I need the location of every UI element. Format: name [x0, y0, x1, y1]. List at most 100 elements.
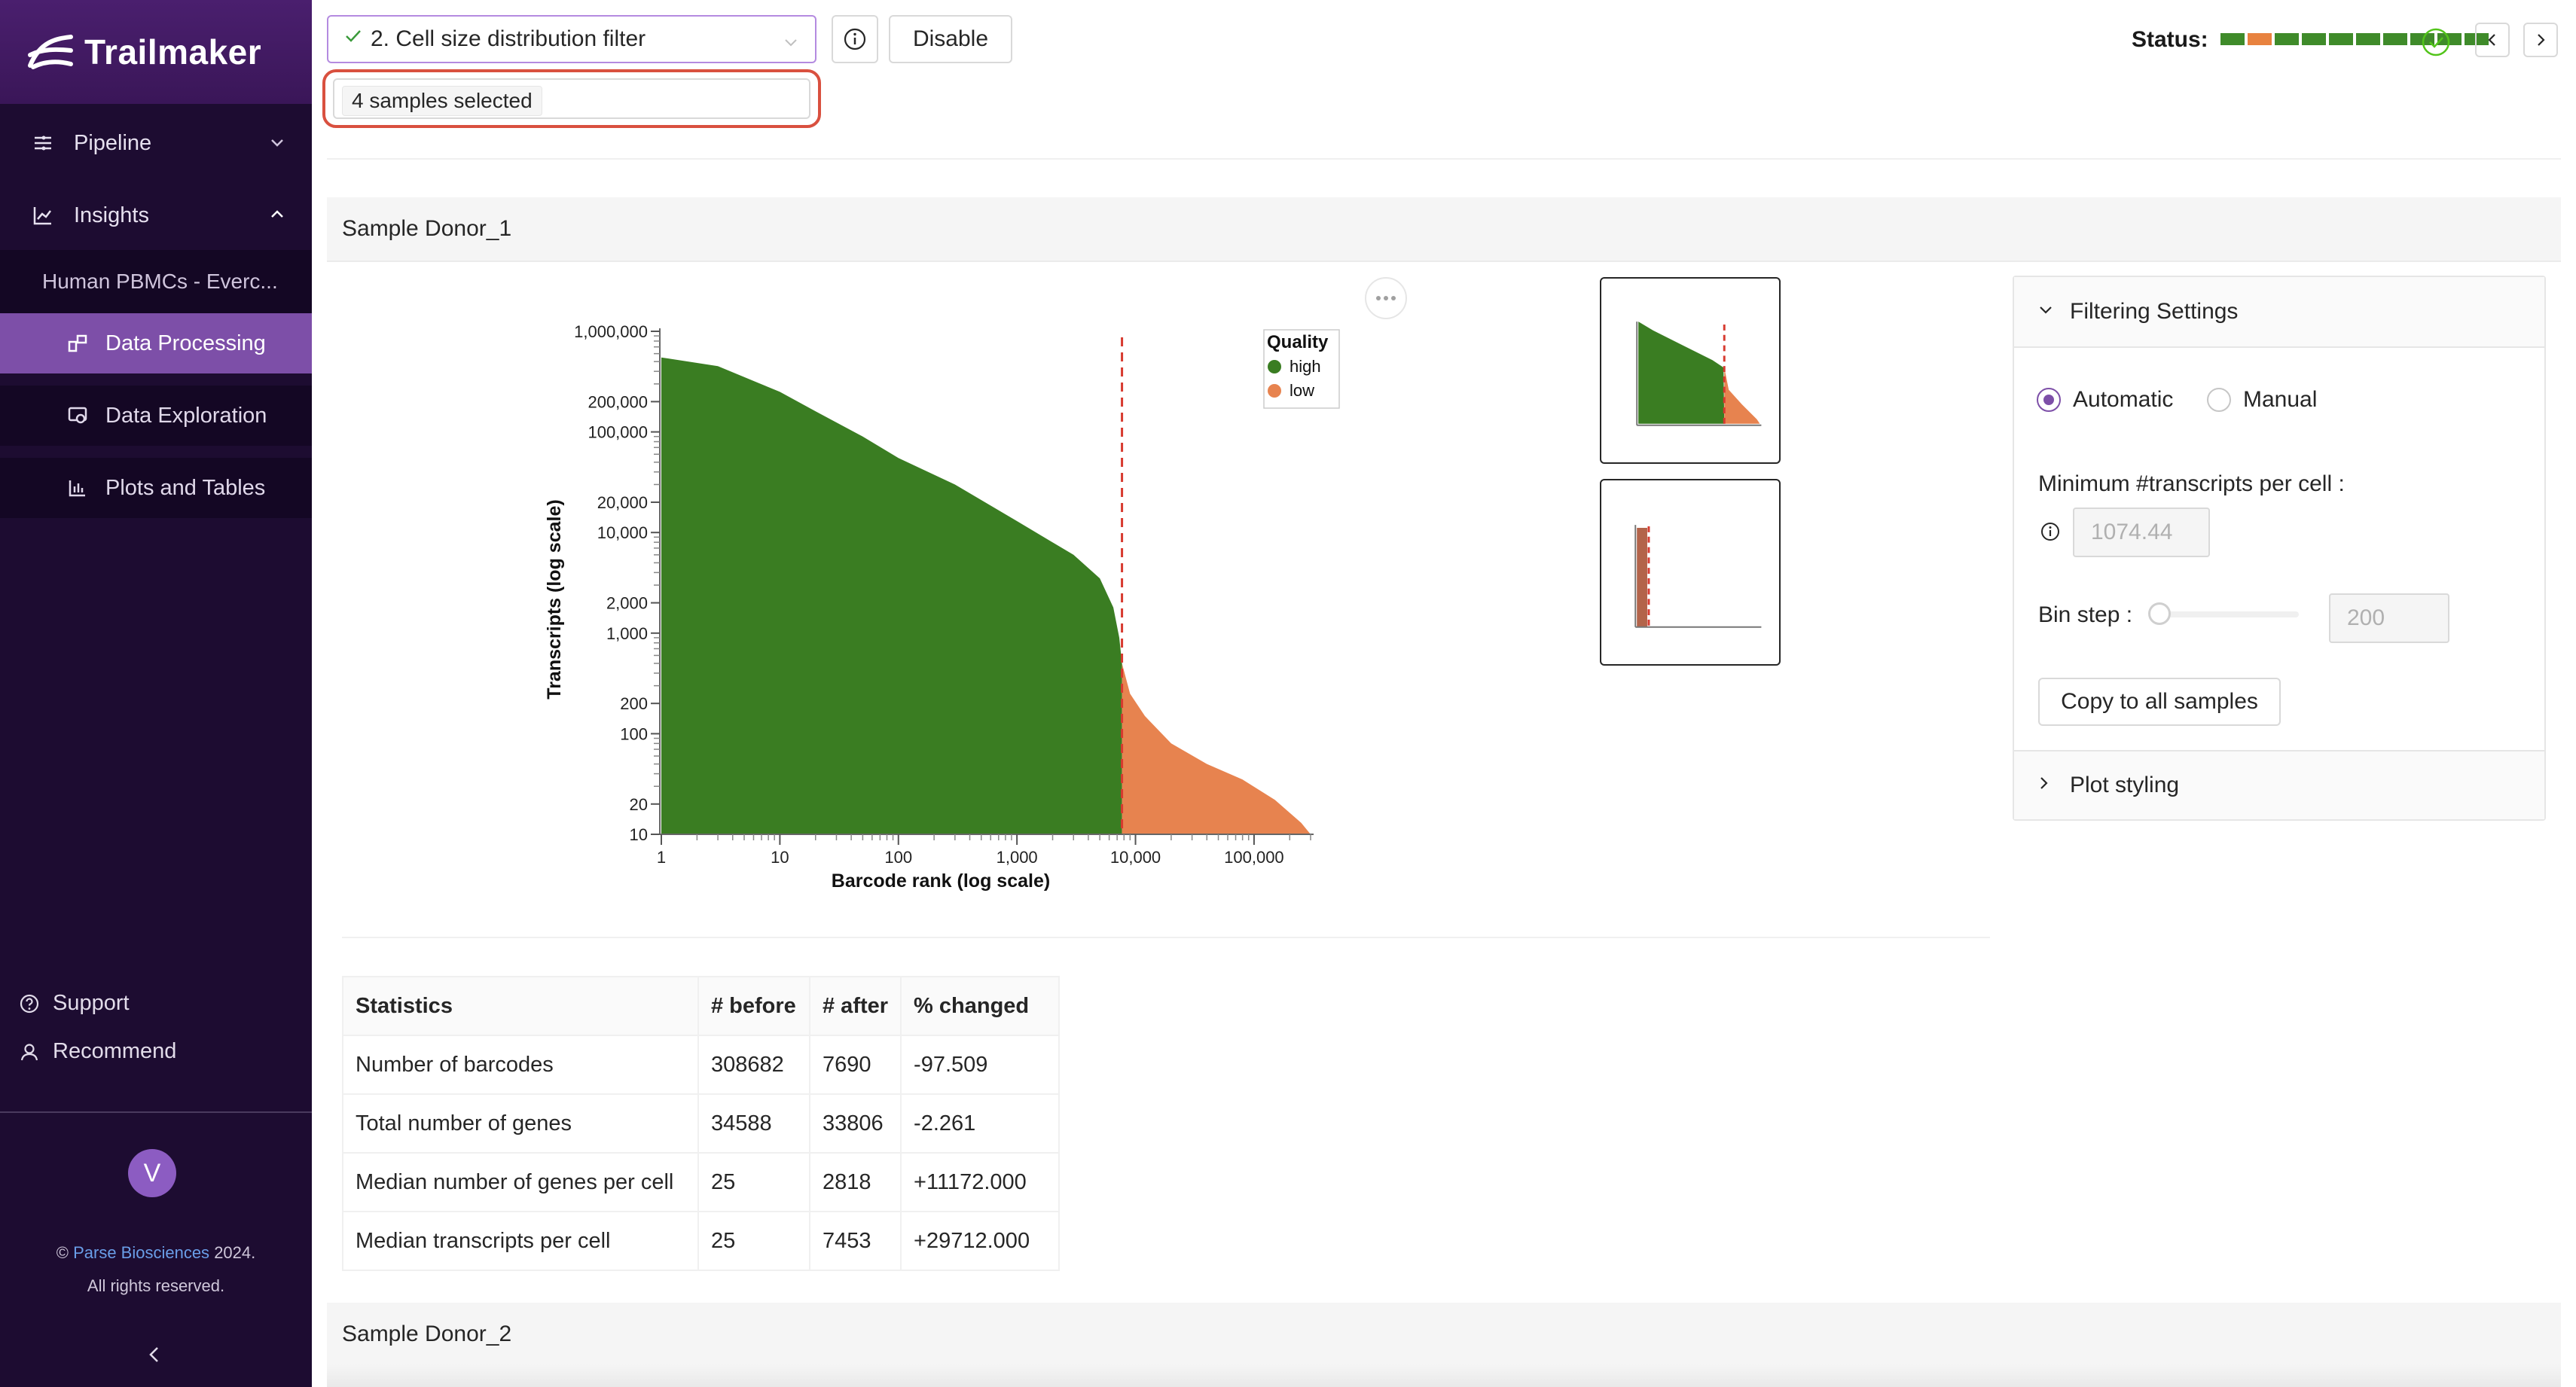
filtering-settings-header[interactable]: Filtering Settings	[2014, 277, 2544, 348]
sample-title: Sample Donor_2	[342, 1321, 512, 1346]
parse-biosciences-link[interactable]: Parse Biosciences	[73, 1243, 209, 1262]
table-cell: -97.509	[900, 1035, 1061, 1095]
disable-button[interactable]: Disable	[889, 15, 1012, 63]
logo[interactable]: Trailmaker	[0, 0, 312, 104]
legend-swatch	[1268, 384, 1281, 398]
table-cell: 2818	[808, 1152, 902, 1212]
min-transcripts-label: Minimum #transcripts per cell :	[2038, 471, 2345, 496]
histogram-thumbnail	[1634, 525, 1762, 628]
bin-step-slider-handle[interactable]	[2148, 602, 2171, 625]
recommend-link[interactable]: Recommend	[18, 1039, 176, 1064]
nav-insights-label: Insights	[74, 203, 149, 227]
column-header: # after	[808, 976, 902, 1036]
x-axis-label: Barcode rank (log scale)	[832, 870, 1050, 892]
sidebar-item-plots-and-tables[interactable]: Plots and Tables	[0, 458, 312, 518]
mini-plot-histogram[interactable]	[1600, 479, 1781, 666]
chevron-left-icon	[2488, 34, 2495, 46]
table-cell: 25	[697, 1211, 810, 1271]
table-cell: Number of barcodes	[342, 1035, 699, 1095]
legend-label: low	[1290, 381, 1314, 400]
knee-plot: 1,000,000 200,000 100,000 20,000 10,000 2,000…	[527, 309, 1356, 904]
sidebar-item-label: Data Processing	[105, 331, 266, 355]
table-cell: 25	[697, 1152, 810, 1212]
manual-radio[interactable]: Manual	[2207, 387, 2317, 413]
nav-pipeline[interactable]: Pipeline	[0, 107, 312, 179]
next-step-button[interactable]	[2523, 23, 2558, 57]
next-sample-content	[327, 1364, 2561, 1387]
table-cell: 308682	[697, 1035, 810, 1095]
legend-title: Quality	[1267, 332, 1329, 352]
samples-selected-tag: 4 samples selected	[342, 86, 542, 116]
previous-step-button[interactable]	[2475, 23, 2510, 57]
column-header: # before	[697, 976, 810, 1036]
brand-name: Trailmaker	[84, 32, 262, 72]
y-tick-label: 100	[620, 724, 648, 743]
column-header: Statistics	[342, 976, 699, 1036]
sample-header: Sample Donor_2	[327, 1303, 2561, 1367]
sidebar-item-data-processing[interactable]: Data Processing	[0, 313, 312, 373]
status-segment	[2275, 33, 2299, 45]
check-icon	[343, 26, 363, 52]
table-cell: Median number of genes per cell	[342, 1152, 699, 1212]
divider	[327, 158, 2561, 160]
table-header-row: Statistics # before # after % changed	[342, 976, 1061, 1036]
legend-label: high	[1290, 357, 1321, 376]
min-transcripts-input[interactable]: 1074.44	[2073, 508, 2210, 557]
table-cell: 7453	[808, 1211, 902, 1271]
copyright-symbol: ©	[56, 1243, 69, 1262]
table-cell: +29712.000	[900, 1211, 1061, 1271]
x-tick-label: 100,000	[1224, 848, 1284, 867]
plot-styling-header[interactable]: Plot styling	[2014, 750, 2544, 819]
sidebar-item-label: Data Exploration	[105, 403, 267, 428]
chevron-up-icon	[268, 205, 286, 230]
step-select-value: 2. Cell size distribution filter	[371, 26, 646, 51]
radio-dot	[2037, 388, 2061, 412]
y-tick-label: 1,000	[606, 624, 648, 643]
table-row: Median number of genes per cell 25 2818 …	[342, 1152, 1061, 1212]
chevron-right-icon	[2037, 773, 2052, 798]
info-button[interactable]	[832, 15, 878, 63]
automatic-radio[interactable]: Automatic	[2037, 387, 2173, 413]
knee-thumbnail	[1636, 322, 1762, 426]
status-segment	[2356, 33, 2380, 45]
plot-styling-title: Plot styling	[2070, 773, 2180, 797]
y-tick-label: 200,000	[588, 392, 648, 411]
trailmaker-logo-icon	[28, 35, 73, 69]
nav-insights[interactable]: Insights	[0, 179, 312, 251]
series-area-low	[1122, 663, 1311, 834]
y-tick-label: 10	[630, 825, 648, 844]
y-tick-label: 2,000	[606, 594, 648, 613]
support-link[interactable]: Support	[18, 991, 130, 1016]
mini-plot-knee[interactable]	[1600, 277, 1781, 464]
legend-swatch	[1268, 360, 1281, 373]
check-circle-icon	[2421, 27, 2451, 61]
table-row: Median transcripts per cell 25 7453 +297…	[342, 1211, 1061, 1271]
samples-select[interactable]: 4 samples selected	[333, 78, 810, 119]
plot-actions-button[interactable]	[1365, 277, 1407, 319]
sidebar-item-data-exploration[interactable]: Data Exploration	[0, 386, 312, 446]
pipeline-icon	[30, 130, 56, 156]
copy-to-all-samples-button[interactable]: Copy to all samples	[2038, 678, 2281, 726]
avatar[interactable]: V	[128, 1149, 176, 1197]
project-name[interactable]: Human PBMCs - Everc...	[0, 250, 312, 313]
column-header: % changed	[900, 976, 1061, 1036]
y-axis-label: Transcripts (log scale)	[544, 499, 565, 699]
y-tick-label: 1,000,000	[574, 322, 648, 341]
step-select[interactable]: 2. Cell size distribution filter	[327, 15, 816, 63]
bin-step-slider[interactable]	[2156, 611, 2299, 617]
x-tick-label: 1	[657, 848, 666, 867]
status-segment	[2220, 33, 2245, 45]
copyright: © Parse Biosciences 2024. All rights res…	[0, 1236, 312, 1303]
sidebar-divider	[0, 1111, 312, 1113]
chevron-down-icon	[268, 133, 286, 157]
info-icon[interactable]	[2040, 521, 2061, 546]
y-tick-label: 10,000	[597, 523, 648, 542]
collapse-sidebar-button[interactable]	[143, 1343, 166, 1366]
y-tick-label: 100,000	[588, 423, 648, 442]
table-row: Total number of genes 34588 33806 -2.261	[342, 1093, 1061, 1154]
table-cell: -2.261	[900, 1093, 1061, 1154]
table-cell: Median transcripts per cell	[342, 1211, 699, 1271]
sample-title: Sample Donor_1	[342, 216, 512, 241]
knee-plot-svg: 1,000,000 200,000 100,000 20,000 10,000 2,000…	[544, 322, 1340, 892]
bin-step-input[interactable]: 200	[2329, 593, 2449, 643]
